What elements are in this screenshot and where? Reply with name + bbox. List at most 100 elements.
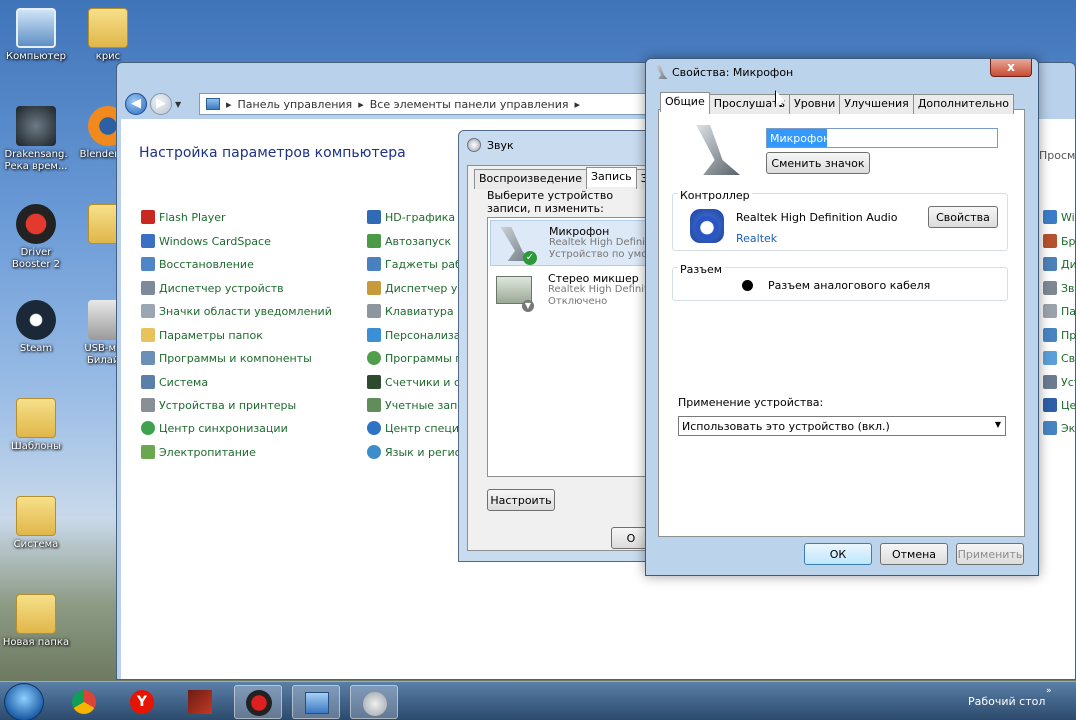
change-icon-button[interactable]: Сменить значок [766,152,870,174]
default-check-icon: ✓ [523,251,537,265]
cp-item-personalization[interactable]: Персонализац [367,328,468,342]
desktop-icon-driver-booster[interactable]: Driver Booster 2 [0,204,72,271]
keyboard-icon [367,304,381,318]
cp-item-region-language[interactable]: Язык и регион [367,445,469,459]
tray-expand-icon[interactable]: » [1046,686,1052,696]
region-icon [367,445,381,459]
recording-device-list: ✓ Микрофон Realtek High Definit Устройст… [487,217,657,477]
cp-item-notification-icons[interactable]: Значки области уведомлений [141,304,332,318]
tab-playback[interactable]: Воспроизведение [474,169,587,189]
cp-item-col3-2[interactable]: Бра [1043,234,1076,248]
taskbar-yandex[interactable]: Y [118,685,166,719]
chrome-icon [72,690,96,714]
steam-icon [16,300,56,340]
cp-item-flash-player[interactable]: Flash Player [141,210,226,224]
desktop-icon-system[interactable]: Система [0,496,72,551]
cp-item-accessibility[interactable]: Центр специал [367,421,473,435]
control-panel-icon [206,98,220,110]
speaker-icon [363,692,387,716]
default-programs-icon [367,351,381,365]
taskbar-dota[interactable] [176,685,224,719]
taskbar-recorder[interactable] [234,685,282,719]
cp-item-col3-1[interactable]: Win [1043,210,1076,224]
taskbar-chrome[interactable] [60,685,108,719]
ok-button[interactable]: ОК [804,543,872,565]
desktop-icon-steam[interactable]: Steam [0,300,72,355]
apply-button[interactable]: Применить [956,543,1024,565]
drakensang-icon [16,106,56,146]
device-name-input[interactable] [766,128,998,148]
taskbar-control-panel[interactable] [292,685,340,719]
power-icon [141,445,155,459]
cp-item-recovery[interactable]: Восстановление [141,257,254,271]
cp-item-sync-center[interactable]: Центр синхронизации [141,421,288,435]
tab-enhancements[interactable]: Улучшения [839,94,914,114]
controller-vendor-link[interactable]: Realtek [736,232,777,245]
cp-item-programs-features[interactable]: Программы и компоненты [141,351,312,365]
tab-recording[interactable]: Запись [585,167,637,187]
cp-item-col3-8[interactable]: Уст [1043,375,1076,389]
cp-item-performance[interactable]: Счетчики и ср [367,375,467,389]
system-icon [141,375,155,389]
start-button[interactable] [4,683,44,720]
desktop-icon-kris[interactable]: крис [72,8,144,63]
breadcrumb-control-panel[interactable]: Панель управления [238,98,353,111]
history-dropdown-icon[interactable]: ▼ [175,100,181,109]
cp-item-col3-3[interactable]: Ди [1043,257,1076,271]
desktop-icon-templates[interactable]: Шаблоны [0,398,72,453]
dota-icon [188,690,212,714]
device-row-microphone[interactable]: ✓ Микрофон Realtek High Definit Устройст… [490,220,656,266]
cp-item-col3-6[interactable]: Пр [1043,328,1076,342]
cp-item-col3-4[interactable]: Зву [1043,281,1076,295]
controller-device-name: Realtek High Definition Audio [736,211,898,224]
page-title: Настройка параметров компьютера [139,145,406,161]
taskbar-sound[interactable] [350,685,398,719]
programs-icon [141,351,155,365]
cp-item-credential-manager[interactable]: Диспетчер уче [367,281,471,295]
cp-item-user-accounts[interactable]: Учетные запис [367,398,471,412]
windows-icon [1043,210,1057,224]
jack-value: Разъем аналогового кабеля [768,279,931,292]
cp-item-col3-7[interactable]: Св [1043,351,1075,365]
disabled-arrow-icon: ▼ [522,300,534,312]
cp-item-default-programs[interactable]: Программы по [367,351,469,365]
microphone-properties-dialog: Свойства: Микрофон x Общие Прослушать Ур… [645,58,1039,576]
show-desktop-label[interactable]: Рабочий стол [968,695,1045,708]
desktop-icon-new-folder[interactable]: Новая папка [0,594,72,649]
recovery-icon [141,257,155,271]
tab-general[interactable]: Общие [660,92,710,112]
cp-item-system[interactable]: Система [141,375,208,389]
cp-item-col3-9[interactable]: Цен [1043,398,1076,412]
configure-button[interactable]: Настроить [487,489,555,511]
installation-icon [1043,375,1057,389]
dialog-title: Свойства: Микрофон [672,66,794,79]
close-button[interactable]: x [990,59,1032,77]
cp-item-devices-printers[interactable]: Устройства и принтеры [141,398,296,412]
device-usage-select[interactable]: Использовать это устройство (вкл.) ▼ [678,416,1006,436]
cp-item-col3-10[interactable]: Экр [1043,421,1076,435]
back-button[interactable]: ◀ [125,93,147,115]
user-accounts-icon [367,398,381,412]
device-row-stereo-mix[interactable]: ▼ Стерео микшер Realtek High Definit Отк… [490,270,656,316]
cp-item-cardspace[interactable]: Windows CardSpace [141,234,271,248]
cp-item-keyboard[interactable]: Клавиатура [367,304,454,318]
firewall-icon [1043,234,1057,248]
autoplay-icon [367,234,381,248]
tab-advanced[interactable]: Дополнительно [912,94,1015,114]
cp-item-device-manager[interactable]: Диспетчер устройств [141,281,284,295]
desktop-icon-drakensang[interactable]: Drakensang. Река врем... [0,106,72,173]
desktop-icon-computer[interactable]: Компьютер [0,8,72,63]
cp-item-power[interactable]: Электропитание [141,445,256,459]
cp-item-col3-5[interactable]: Па [1043,304,1076,318]
breadcrumb-all-items[interactable]: Все элементы панели управления [370,98,569,111]
cancel-button[interactable]: Отмена [880,543,948,565]
forward-button[interactable]: ▶ [150,93,172,115]
computer-icon [16,8,56,48]
controller-properties-button[interactable]: Свойства [928,206,998,228]
cp-item-folder-options[interactable]: Параметры папок [141,328,263,342]
display-icon [1043,257,1057,271]
properties-tabs: Общие Прослушать Уровни Улучшения Дополн… [660,92,1015,114]
personalization-icon [367,328,381,342]
cp-item-autoplay[interactable]: Автозапуск [367,234,451,248]
tab-levels[interactable]: Уровни [789,94,841,114]
